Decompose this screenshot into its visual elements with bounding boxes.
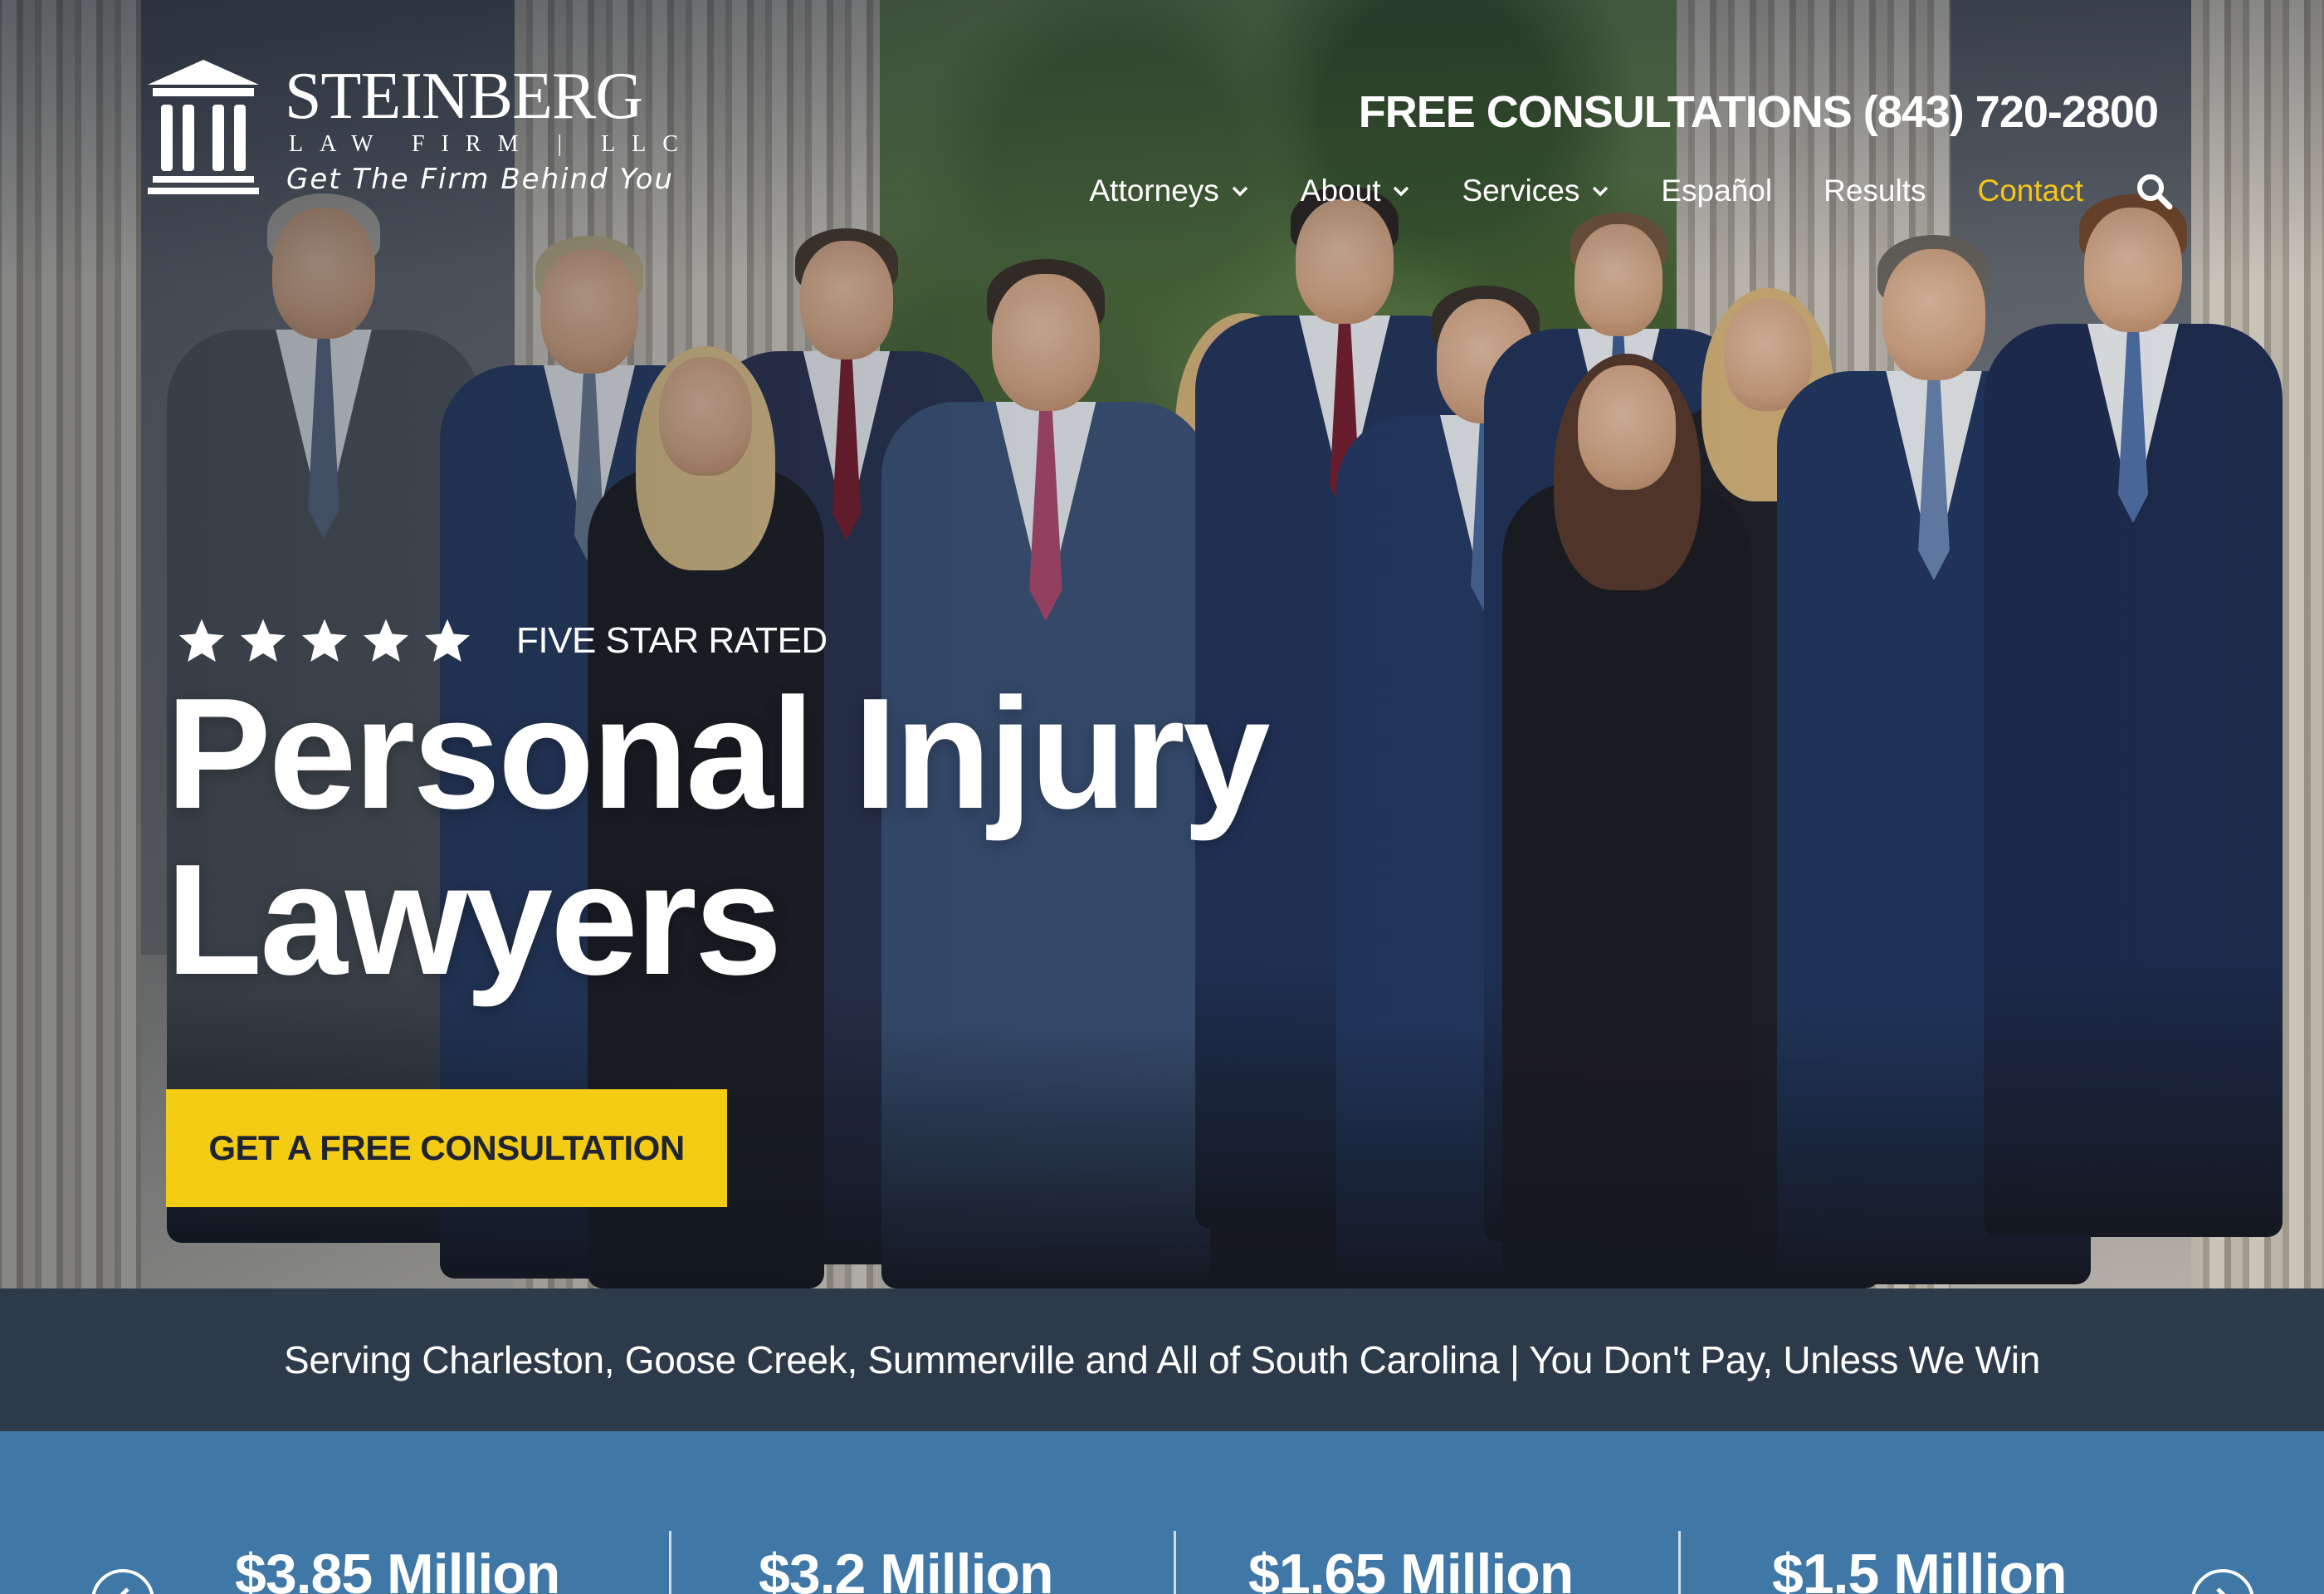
nav-item-label: About bbox=[1300, 174, 1381, 208]
star-icon bbox=[302, 619, 347, 662]
headline-line-2: Lawyers bbox=[166, 832, 782, 1008]
nav-item-results[interactable]: Results bbox=[1824, 174, 1926, 208]
star-icon bbox=[425, 619, 470, 662]
five-star-rating: FIVE STAR RATED bbox=[176, 616, 828, 666]
result-amount: $3.2 Million bbox=[759, 1543, 1054, 1594]
nav-item-label: Contact bbox=[1977, 174, 2083, 208]
free-consultation-button[interactable]: GET A FREE CONSULTATION bbox=[166, 1089, 727, 1207]
result-amount: $3.85 Million bbox=[235, 1543, 560, 1594]
star-icon bbox=[364, 619, 408, 662]
headline-line-1: Personal Injury bbox=[166, 666, 1271, 842]
nav-item-contact[interactable]: Contact bbox=[1977, 174, 2083, 208]
star-icon bbox=[179, 619, 224, 662]
stars-row bbox=[176, 616, 483, 666]
nav-item-services[interactable]: Services bbox=[1462, 174, 1609, 208]
service-area-bar: Serving Charleston, Goose Creek, Summerv… bbox=[0, 1288, 2324, 1431]
hero-section: STEINBERG LAW FIRM | LLC Get The Firm Be… bbox=[0, 0, 2324, 1288]
nav-item-label: Results bbox=[1824, 174, 1926, 208]
search-icon[interactable] bbox=[2135, 172, 2173, 210]
logo-tagline: Get The Firm Behind You bbox=[286, 163, 674, 196]
chevron-down-icon bbox=[1232, 186, 1248, 197]
header-phone-link[interactable]: FREE CONSULTATIONS (843) 720-2800 bbox=[1359, 86, 2159, 138]
chevron-right-icon bbox=[2216, 1587, 2226, 1594]
nav-item-about[interactable]: About bbox=[1301, 174, 1411, 208]
result-amount: $1.65 Million bbox=[1248, 1543, 1574, 1594]
logo-subtitle: LAW FIRM | LLC bbox=[289, 131, 695, 157]
nav-item-label: Attorneys bbox=[1089, 174, 1219, 208]
carousel-prev-button[interactable] bbox=[91, 1569, 154, 1594]
nav-item-attorneys[interactable]: Attorneys bbox=[1089, 174, 1248, 208]
rating-label: FIVE STAR RATED bbox=[516, 620, 828, 661]
star-icon bbox=[241, 619, 286, 662]
service-area-text: Serving Charleston, Goose Creek, Summerv… bbox=[284, 1338, 2040, 1381]
result-amount: $1.5 Million bbox=[1772, 1543, 2068, 1594]
chevron-down-icon bbox=[1593, 186, 1609, 197]
nav-item-label: Services bbox=[1462, 174, 1580, 208]
courthouse-icon bbox=[148, 60, 259, 194]
firm-logo[interactable]: STEINBERG LAW FIRM | LLC Get The Firm Be… bbox=[148, 60, 678, 201]
chevron-left-icon bbox=[120, 1587, 129, 1594]
results-carousel: $3.85 Million $3.2 Million $1.65 Million… bbox=[0, 1431, 2324, 1594]
result-divider bbox=[1174, 1531, 1176, 1594]
logo-name: STEINBERG bbox=[285, 60, 643, 133]
nav-item-label: Español bbox=[1661, 174, 1773, 208]
carousel-next-button[interactable] bbox=[2191, 1569, 2254, 1594]
chevron-down-icon bbox=[1394, 186, 1409, 197]
nav-item-espanol[interactable]: Español bbox=[1661, 174, 1772, 208]
result-divider bbox=[1678, 1531, 1681, 1594]
hero-headline: Personal Injury Lawyers bbox=[166, 666, 1271, 1008]
result-divider bbox=[669, 1531, 671, 1594]
main-nav: Attorneys About Services Español Results… bbox=[1089, 168, 2173, 214]
